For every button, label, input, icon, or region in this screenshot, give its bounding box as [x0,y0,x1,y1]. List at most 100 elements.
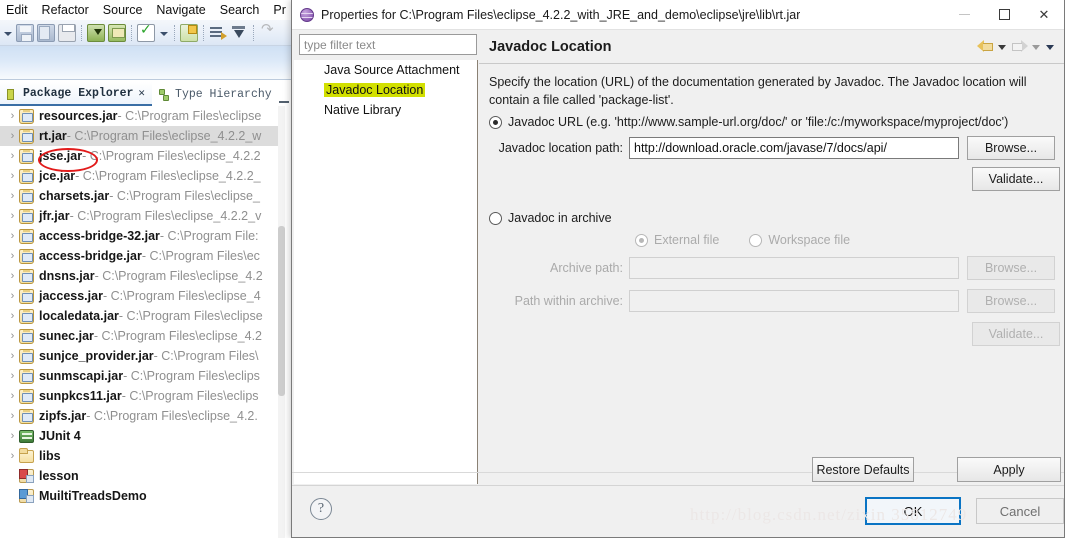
expander-icon[interactable]: › [6,370,19,382]
cancel-button[interactable]: Cancel [976,498,1064,524]
chevron-down-icon[interactable] [997,40,1008,54]
tree-row[interactable]: › sunmscapi.jar - C:\Program Files\eclips [0,366,285,386]
jar-icon [19,108,34,124]
jar-icon [19,308,34,324]
tree-scrollbar-track[interactable] [278,106,285,538]
menu-item-edit[interactable]: Edit [6,3,28,17]
expander-icon[interactable]: › [6,250,19,262]
update-icon[interactable] [108,23,126,42]
menu-item-refactor[interactable]: Refactor [42,3,89,17]
close-button[interactable]: ✕ [1024,0,1064,30]
tab-type-hierarchy[interactable]: Type Hierarchy [152,82,279,106]
expander-icon[interactable]: › [6,270,19,282]
dialog-nav-tree[interactable]: Java Source Attachment Javadoc Location Na… [294,60,478,484]
javadoc-location-input[interactable]: http://download.oracle.com/javase/7/docs… [629,137,959,160]
help-icon[interactable]: ? [310,498,332,520]
tree-row[interactable]: › access-bridge-32.jar - C:\Program File: [0,226,285,246]
filter-input[interactable]: type filter text [299,34,477,55]
expander-icon[interactable]: › [6,170,19,182]
package-explorer-tree[interactable]: › resources.jar - C:\Program Files\eclips… [0,106,285,538]
maximize-button[interactable] [984,0,1024,30]
menu-item-project[interactable]: Pr [273,3,286,17]
jar-icon [19,248,34,264]
tree-row[interactable]: › jsse.jar - C:\Program Files\eclipse_4.2… [0,146,285,166]
open-type-icon[interactable] [209,24,227,42]
caret-down-icon[interactable] [158,25,169,41]
toolbar-separator [81,24,82,41]
validate-button[interactable]: Validate... [972,167,1060,192]
expander-icon[interactable]: › [6,350,19,362]
expander-icon[interactable]: › [6,330,19,342]
tree-row[interactable]: › localedata.jar - C:\Program Files\eclip… [0,306,285,326]
chevron-down-icon[interactable] [1045,40,1056,54]
tree-row[interactable]: › libs [0,446,285,466]
radio-icon[interactable] [489,115,502,129]
radio-icon [749,233,763,247]
export-icon[interactable] [87,23,105,42]
save-all-icon[interactable] [37,23,55,42]
back-arrow-icon[interactable] [977,39,994,54]
expander-icon[interactable]: › [6,310,19,322]
dialog-nav-item[interactable]: Javadoc Location [294,80,477,100]
expander-icon[interactable]: › [6,410,19,422]
tree-scrollbar-thumb[interactable] [278,226,285,396]
tree-row[interactable]: › jaccess.jar - C:\Program Files\eclipse_… [0,286,285,306]
menu-item-search[interactable]: Search [220,3,260,17]
tree-row[interactable]: MuiltiTreadsDemo [0,486,285,506]
tree-row[interactable]: › dnsns.jar - C:\Program Files\eclipse_4.… [0,266,285,286]
path-within-archive-label: Path within archive: [514,294,623,309]
javadoc-archive-option[interactable]: Javadoc in archive [479,205,1064,225]
dialog-title-bar[interactable]: Properties for C:\Program Files\eclipse_… [292,0,1064,30]
tree-row[interactable]: › jfr.jar - C:\Program Files\eclipse_4.2.… [0,206,285,226]
tree-row[interactable]: › sunec.jar - C:\Program Files\eclipse_4.… [0,326,285,346]
menu-item-navigate[interactable]: Navigate [156,3,205,17]
expander-icon[interactable]: › [6,190,19,202]
tree-row[interactable]: lesson [0,466,285,486]
expander-icon[interactable]: › [6,130,19,142]
tree-row[interactable]: › sunpkcs11.jar - C:\Program Files\eclips [0,386,285,406]
validate-row: Validate... [479,167,1064,192]
check-icon[interactable] [137,22,155,42]
expander-icon[interactable]: › [6,150,19,162]
tree-row[interactable]: › charsets.jar - C:\Program Files\eclipse… [0,186,285,206]
debug-tree-icon[interactable] [230,24,248,42]
caret-down-icon[interactable] [2,25,13,41]
tree-row[interactable]: › zipfs.jar - C:\Program Files\eclipse_4.… [0,406,285,426]
minimize-view-icon[interactable] [278,100,289,103]
print-icon[interactable] [58,23,76,42]
expander-icon[interactable]: › [6,210,19,222]
tree-item-name: jsse.jar [39,149,83,163]
expander-icon[interactable]: › [6,430,19,442]
browse-button[interactable]: Browse... [967,136,1055,161]
save-icon[interactable] [16,23,34,42]
expander-icon[interactable]: › [6,110,19,122]
tree-row[interactable]: › JUnit 4 [0,426,285,446]
expander-icon[interactable]: › [6,230,19,242]
redo-icon[interactable] [259,20,277,42]
tree-row[interactable]: › access-bridge.jar - C:\Program Files\ec [0,246,285,266]
expander-icon[interactable]: › [6,390,19,402]
external-file-option: External file [635,233,719,247]
minimize-button[interactable] [944,0,984,30]
tab-package-explorer[interactable]: Package Explorer ✕ [0,82,153,106]
ok-button[interactable]: OK [865,497,961,525]
restore-defaults-button[interactable]: Restore Defaults [812,457,914,482]
javadoc-url-option[interactable]: Javadoc URL (e.g. 'http://www.sample-url… [479,109,1064,129]
tree-row[interactable]: › rt.jar - C:\Program Files\eclipse_4.2.2… [0,126,285,146]
page-title: Javadoc Location [489,38,612,55]
jar-icon [19,348,34,364]
close-icon[interactable]: ✕ [138,86,145,100]
new-class-icon[interactable] [180,23,198,42]
expander-icon[interactable]: › [6,450,19,462]
eclipse-toolbar [0,20,292,46]
dialog-nav-item[interactable]: Native Library [294,100,477,120]
dialog-nav-item[interactable]: Java Source Attachment [294,60,477,80]
tree-row[interactable]: › jce.jar - C:\Program Files\eclipse_4.2.… [0,166,285,186]
expander-icon[interactable]: › [6,290,19,302]
menu-item-source[interactable]: Source [103,3,143,17]
chevron-down-icon[interactable] [1031,40,1042,54]
tree-row[interactable]: › sunjce_provider.jar - C:\Program Files\ [0,346,285,366]
apply-button[interactable]: Apply [957,457,1061,482]
tree-row[interactable]: › resources.jar - C:\Program Files\eclips… [0,106,285,126]
radio-icon[interactable] [489,211,502,225]
